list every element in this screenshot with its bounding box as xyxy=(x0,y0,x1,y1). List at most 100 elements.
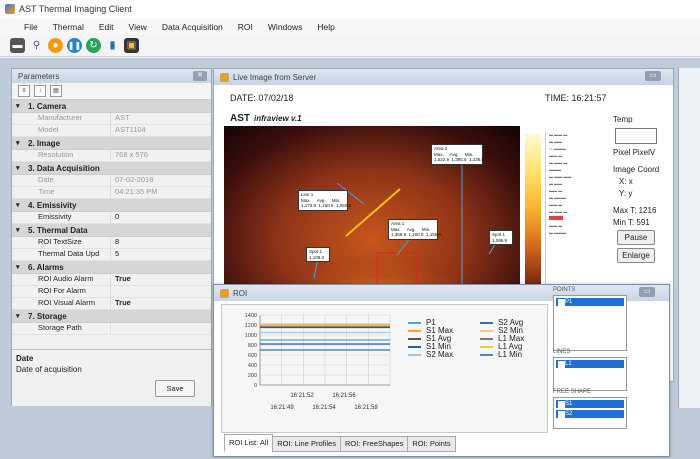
property-key: Storage Path xyxy=(12,323,111,334)
chevron-down-icon[interactable]: ▾ xyxy=(16,102,28,110)
toolbar: ▬ ⚲ ● ❚❚ ↻ ▮ ▣ xyxy=(0,35,700,57)
property-row[interactable]: Resolution 768 x 576 xyxy=(12,150,211,162)
property-row[interactable]: ROI Audio Alarm True xyxy=(12,274,211,286)
list-item[interactable]: L1 xyxy=(556,360,624,368)
property-value[interactable] xyxy=(111,286,115,297)
property-key: Emissivity xyxy=(12,212,111,223)
property-row[interactable]: Thermal Data Upd 5 xyxy=(12,249,211,261)
property-row[interactable]: Manufacturer AST xyxy=(12,113,211,125)
temp-field[interactable] xyxy=(615,128,657,144)
x-tick-label: 16:21:52 xyxy=(290,393,314,399)
coord-x: X: x xyxy=(619,177,633,186)
maximize-icon[interactable]: ▭ xyxy=(639,287,655,297)
menu-file[interactable]: File xyxy=(24,22,38,32)
menu-windows[interactable]: Windows xyxy=(268,22,302,32)
camera-icon[interactable]: ▬ xyxy=(10,38,25,53)
property-value[interactable]: 8 xyxy=(111,237,119,248)
chart-icon[interactable]: ▮ xyxy=(105,38,120,53)
pause-button[interactable]: Pause xyxy=(617,230,655,245)
property-value[interactable]: 04:21:35 PM xyxy=(111,187,158,198)
refresh-icon[interactable]: ↻ xyxy=(86,38,101,53)
annotation-line-1: Line 1 Max. Avg. Min. 1,175.9 1,150.6 1,… xyxy=(298,190,351,211)
menu-data-acquisition[interactable]: Data Acquisition xyxy=(162,22,223,32)
property-key: Thermal Data Upd xyxy=(12,249,111,260)
free-shape-group: FREE SHAPE S1 S2 xyxy=(553,389,627,429)
chevron-down-icon[interactable]: ▾ xyxy=(16,226,28,234)
property-value[interactable]: 0 xyxy=(111,212,119,223)
property-category[interactable]: ▾ 1. Camera xyxy=(12,100,211,113)
property-grid: ▾ 1. Camera Manufacturer AST Model AST1104 ▾ 2.… xyxy=(12,100,211,335)
property-description: Date Date of acquisition Save xyxy=(12,349,211,406)
property-category[interactable]: ▾ 3. Data Acquisition xyxy=(12,162,211,175)
categorized-icon[interactable]: ≡ xyxy=(18,85,30,97)
chevron-down-icon[interactable]: ▾ xyxy=(16,263,28,271)
property-row[interactable]: Emissivity 0 xyxy=(12,212,211,224)
ast-logo: AST infraview v.1 xyxy=(230,113,302,124)
legend-entry: S2 Max xyxy=(408,351,478,359)
property-row[interactable]: ROI Visual Alarm True xyxy=(12,298,211,310)
maximize-icon[interactable]: ▭ xyxy=(645,71,661,81)
property-row[interactable]: Storage Path xyxy=(12,323,211,335)
property-value[interactable]: True xyxy=(111,274,131,285)
menu-bar: File Thermal Edit View Data Acquisition … xyxy=(0,18,700,35)
tab-points[interactable]: ROI: Points xyxy=(407,436,456,452)
property-category[interactable]: ▾ 7. Storage xyxy=(12,310,211,323)
roi-chart-plot: 1400 1200 1000 800 600 400 200 0 16:21:52 16:21:5… xyxy=(245,313,391,411)
search-icon[interactable]: ⚲ xyxy=(29,38,44,53)
legend-swatch xyxy=(480,354,493,356)
property-key: Date xyxy=(12,175,111,186)
category-label: 3. Data Acquisition xyxy=(28,163,100,173)
property-value[interactable]: 768 x 576 xyxy=(111,150,148,161)
chevron-down-icon[interactable]: ▾ xyxy=(16,312,28,320)
property-value[interactable]: 5 xyxy=(111,249,119,260)
tab-roi-list-all[interactable]: ROI List: All xyxy=(224,434,274,452)
property-row[interactable]: ROI TextSize 8 xyxy=(12,237,211,249)
list-item[interactable]: P1 xyxy=(556,298,624,306)
roi-chart: 1400 1200 1000 800 600 400 200 0 16:21:52 16:21:5… xyxy=(221,304,548,433)
lines-list[interactable]: L1 xyxy=(553,357,627,391)
film-icon[interactable]: ▣ xyxy=(124,38,139,53)
sort-az-icon[interactable]: ↓ xyxy=(34,85,46,97)
record-icon[interactable]: ● xyxy=(48,38,63,53)
property-row[interactable]: ROI For Alarm xyxy=(12,286,211,298)
property-category[interactable]: ▾ 6. Alarms xyxy=(12,261,211,274)
property-value[interactable]: True xyxy=(111,298,131,309)
property-category[interactable]: ▾ 4. Emissivity xyxy=(12,199,211,212)
close-icon[interactable]: ✕ xyxy=(193,71,207,81)
window-icon xyxy=(220,72,229,82)
property-value[interactable]: AST xyxy=(111,113,130,124)
menu-help[interactable]: Help xyxy=(317,22,334,32)
list-item[interactable]: S2 xyxy=(556,410,624,418)
chevron-down-icon[interactable]: ▾ xyxy=(16,164,28,172)
category-label: 6. Alarms xyxy=(28,262,64,272)
menu-thermal[interactable]: Thermal xyxy=(53,22,84,32)
property-category[interactable]: ▾ 5. Thermal Data xyxy=(12,224,211,237)
free-shape-list[interactable]: S1 S2 xyxy=(553,397,627,429)
x-tick-label: 16:21:58 xyxy=(354,405,378,411)
chevron-down-icon[interactable]: ▾ xyxy=(16,139,28,147)
property-value[interactable]: 07-02-2018 xyxy=(111,175,153,186)
points-list[interactable]: P1 xyxy=(553,295,627,351)
property-row[interactable]: Model AST1104 xyxy=(12,125,211,137)
property-row[interactable]: Date 07-02-2018 xyxy=(12,175,211,187)
property-value[interactable] xyxy=(111,323,115,334)
menu-roi[interactable]: ROI xyxy=(238,22,253,32)
property-row[interactable]: Time 04:21:35 PM xyxy=(12,187,211,199)
enlarge-button[interactable]: Enlarge xyxy=(617,248,655,263)
tab-freeshapes[interactable]: ROI: FreeShapes xyxy=(339,436,409,452)
legend-swatch xyxy=(480,330,493,332)
menu-view[interactable]: View xyxy=(129,22,147,32)
chevron-down-icon[interactable]: ▾ xyxy=(16,201,28,209)
pause-icon[interactable]: ❚❚ xyxy=(67,38,82,53)
menu-edit[interactable]: Edit xyxy=(99,22,114,32)
property-category[interactable]: ▾ 2. Image xyxy=(12,137,211,150)
list-item[interactable]: S1 xyxy=(556,400,624,408)
property-toolbar: ≡ ↓ ▤ xyxy=(12,83,211,100)
y-tick-label: 0 xyxy=(254,383,257,389)
property-value[interactable]: AST1104 xyxy=(111,125,146,136)
tab-line-profiles[interactable]: ROI: Line Profiles xyxy=(272,436,341,452)
leader-line-2 xyxy=(396,236,412,256)
property-pages-icon[interactable]: ▤ xyxy=(50,85,62,97)
description-text: Date of acquisition xyxy=(16,365,82,374)
save-button[interactable]: Save xyxy=(155,380,195,397)
